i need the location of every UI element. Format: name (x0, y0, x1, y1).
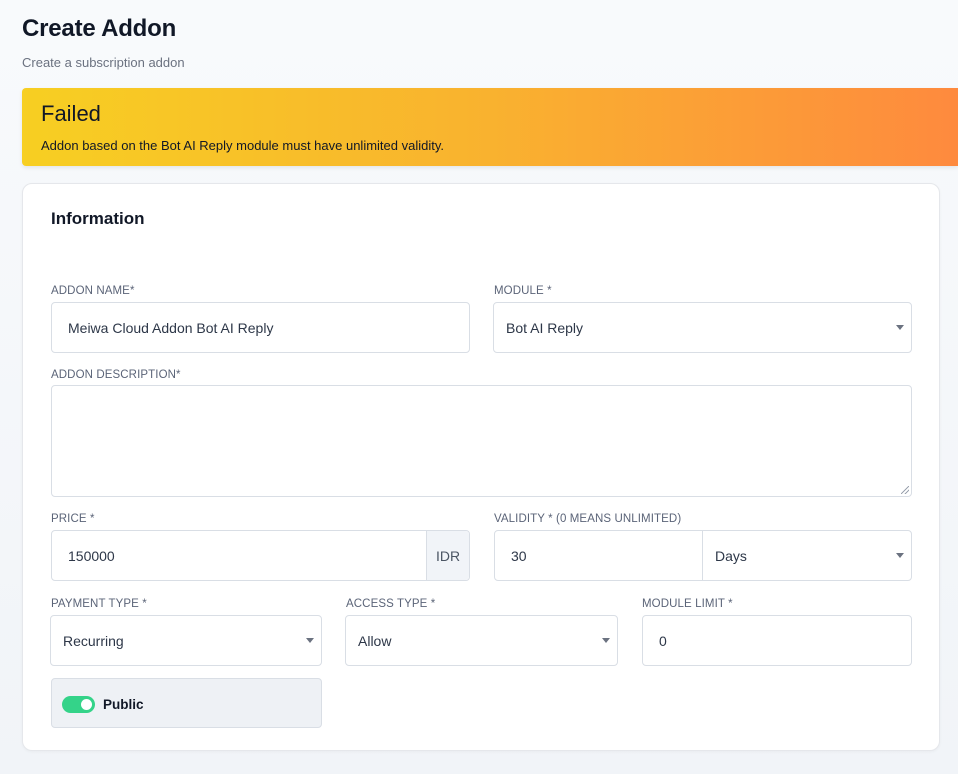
module-limit-value: 0 (659, 632, 667, 649)
information-card: Information ADDON NAME* Meiwa Cloud Addo… (22, 183, 940, 751)
access-type-select[interactable]: Allow (345, 615, 618, 666)
module-limit-input[interactable]: 0 (642, 615, 912, 666)
alert-message: Addon based on the Bot AI Reply module m… (41, 138, 444, 153)
resize-grip-icon[interactable] (901, 486, 909, 494)
price-value: 150000 (68, 547, 115, 564)
payment-type-value: Recurring (63, 632, 124, 649)
module-label: MODULE * (494, 285, 552, 297)
addon-name-value: Meiwa Cloud Addon Bot AI Reply (68, 319, 274, 336)
validity-input[interactable]: 30 (494, 530, 703, 581)
page-title: Create Addon (22, 15, 177, 42)
module-limit-label: MODULE LIMIT * (642, 598, 733, 610)
toggle-knob (81, 699, 92, 710)
module-select[interactable]: Bot AI Reply (493, 302, 912, 353)
page-subtitle: Create a subscription addon (22, 55, 185, 70)
access-type-value: Allow (358, 632, 392, 649)
addon-name-input[interactable]: Meiwa Cloud Addon Bot AI Reply (51, 302, 470, 353)
chevron-down-icon (896, 552, 904, 558)
payment-type-label: PAYMENT TYPE * (51, 598, 147, 610)
addon-name-label: ADDON NAME* (51, 285, 135, 297)
validity-unit-select[interactable]: Days (702, 530, 912, 581)
public-toggle-switch[interactable] (62, 696, 95, 713)
currency-addon: IDR (426, 531, 469, 580)
addon-description-textarea[interactable] (51, 385, 912, 497)
validity-label: VALIDITY * (0 MEANS UNLIMITED) (494, 513, 682, 525)
validity-unit-value: Days (715, 547, 747, 564)
public-toggle-container: Public (51, 678, 322, 728)
page: Create Addon Create a subscription addon… (0, 0, 958, 774)
addon-description-label: ADDON DESCRIPTION* (51, 369, 181, 381)
price-input[interactable]: 150000 IDR (51, 530, 470, 581)
section-title: Information (51, 209, 145, 228)
payment-type-select[interactable]: Recurring (50, 615, 322, 666)
chevron-down-icon (306, 637, 314, 643)
price-label: PRICE * (51, 513, 95, 525)
module-value: Bot AI Reply (506, 319, 584, 336)
access-type-label: ACCESS TYPE * (346, 598, 436, 610)
alert-title: Failed (41, 101, 101, 126)
validity-value: 30 (511, 547, 527, 564)
error-alert: Failed Addon based on the Bot AI Reply m… (22, 88, 958, 166)
chevron-down-icon (896, 324, 904, 330)
chevron-down-icon (602, 637, 610, 643)
public-toggle-label: Public (103, 697, 144, 712)
